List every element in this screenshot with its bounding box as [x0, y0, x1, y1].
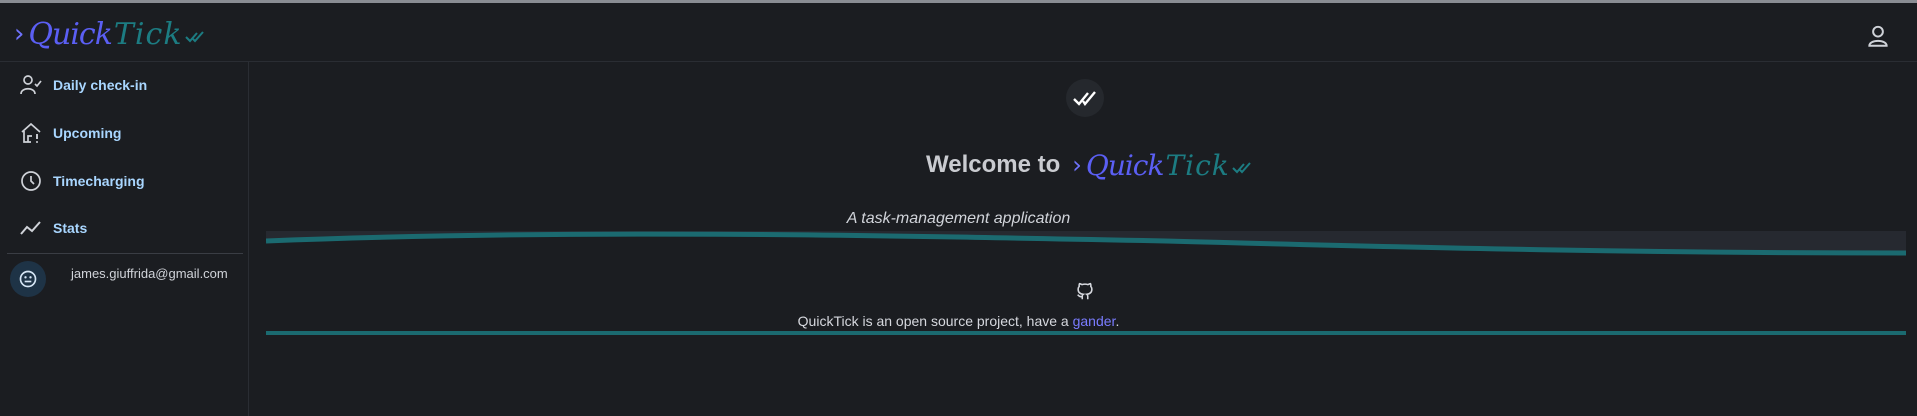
sidebar-item-upcoming[interactable]: Upcoming [0, 113, 248, 153]
user-icon[interactable] [1865, 23, 1891, 49]
main-content: Welcome to › Quick Tick A task-managemen… [250, 62, 1917, 416]
home-alert-icon [21, 122, 41, 143]
logo-tick: Tick [1165, 148, 1230, 182]
account-row[interactable]: james.giuffrida@gmail.com [8, 259, 248, 303]
sidebar-item-label: Daily check-in [53, 77, 148, 93]
wave-divider [266, 231, 1906, 263]
logo-quick: Quick [1085, 148, 1165, 182]
user-check-icon [20, 75, 42, 95]
app-logo[interactable]: › Quick Tick [14, 16, 207, 52]
welcome-heading: Welcome to › Quick Tick [926, 140, 1254, 190]
double-check-icon [1232, 162, 1251, 174]
trend-icon [20, 221, 41, 235]
accent-divider [266, 331, 1906, 335]
smiley-icon [19, 270, 37, 288]
sidebar-item-timecharging[interactable]: Timecharging [0, 161, 248, 201]
app-badge [1066, 79, 1104, 117]
account-email: james.giuffrida@gmail.com [71, 266, 228, 281]
sidebar: Daily check-in Upcoming Timecharging Sta… [0, 62, 249, 416]
clock-icon [21, 171, 41, 191]
double-check-icon [1073, 91, 1096, 107]
avatar[interactable] [10, 261, 46, 297]
sidebar-item-daily-check-in[interactable]: Daily check-in [0, 65, 248, 105]
github-icon[interactable] [1074, 280, 1096, 302]
oss-prefix: QuickTick is an open source project, hav… [797, 313, 1073, 329]
logo-tick: Tick [113, 16, 183, 52]
sidebar-divider [7, 253, 243, 254]
gander-link[interactable]: gander [1073, 313, 1116, 329]
logo-quick: Quick [28, 16, 112, 52]
tagline: A task-management application [846, 210, 1071, 227]
logo-chevron: › [1072, 151, 1082, 179]
logo-chevron: › [14, 19, 25, 49]
sidebar-item-label: Stats [53, 220, 88, 236]
top-bar: › Quick Tick [0, 3, 1917, 62]
sidebar-item-label: Timecharging [53, 173, 145, 189]
oss-suffix: . [1115, 313, 1120, 329]
sidebar-item-stats[interactable]: Stats [0, 208, 248, 248]
open-source-note: QuickTick is an open source project, hav… [250, 313, 1667, 329]
welcome-prefix: Welcome to [926, 151, 1061, 178]
double-check-icon [184, 31, 204, 43]
sidebar-item-label: Upcoming [53, 125, 122, 141]
